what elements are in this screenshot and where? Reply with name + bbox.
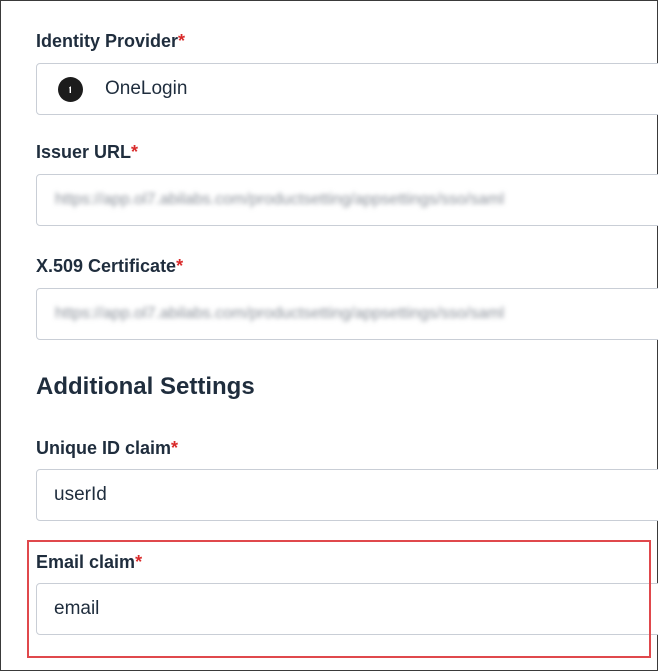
x509-certificate-label-text: X.509 Certificate [36,256,177,276]
unique-id-claim-value: userId [54,484,107,505]
issuer-url-label-text: Issuer URL [36,142,132,162]
x509-certificate-field[interactable]: https://app.ol7.abilabs.com/productsetti… [36,288,658,340]
required-marker: * [135,552,143,572]
onelogin-logo-icon [58,76,83,102]
email-claim-label-text: Email claim [36,552,136,572]
email-claim-label: Email claim* [36,552,142,573]
identity-provider-label-text: Identity Provider [36,31,179,51]
required-marker: * [131,142,139,162]
unique-id-claim-label-text: Unique ID claim [36,438,172,458]
additional-settings-heading: Additional Settings [36,373,255,400]
unique-id-claim-input[interactable]: userId [36,469,658,521]
email-claim-input[interactable]: email [36,583,658,635]
x509-certificate-value: https://app.ol7.abilabs.com/productsetti… [55,305,505,322]
required-marker: * [171,438,179,458]
identity-provider-label: Identity Provider* [36,31,185,52]
required-marker: * [176,256,184,276]
x509-certificate-label: X.509 Certificate* [36,256,183,277]
issuer-url-value: https://app.ol7.abilabs.com/productsetti… [55,191,505,208]
email-claim-value: email [54,598,100,619]
settings-panel: Identity Provider* OneLogin Issuer URL* … [0,0,658,671]
required-marker: * [178,31,186,51]
identity-provider-value: OneLogin [105,78,188,99]
unique-id-claim-label: Unique ID claim* [36,438,178,459]
issuer-url-label: Issuer URL* [36,142,138,163]
issuer-url-field[interactable]: https://app.ol7.abilabs.com/productsetti… [36,174,658,226]
identity-provider-field[interactable]: OneLogin [36,63,658,115]
